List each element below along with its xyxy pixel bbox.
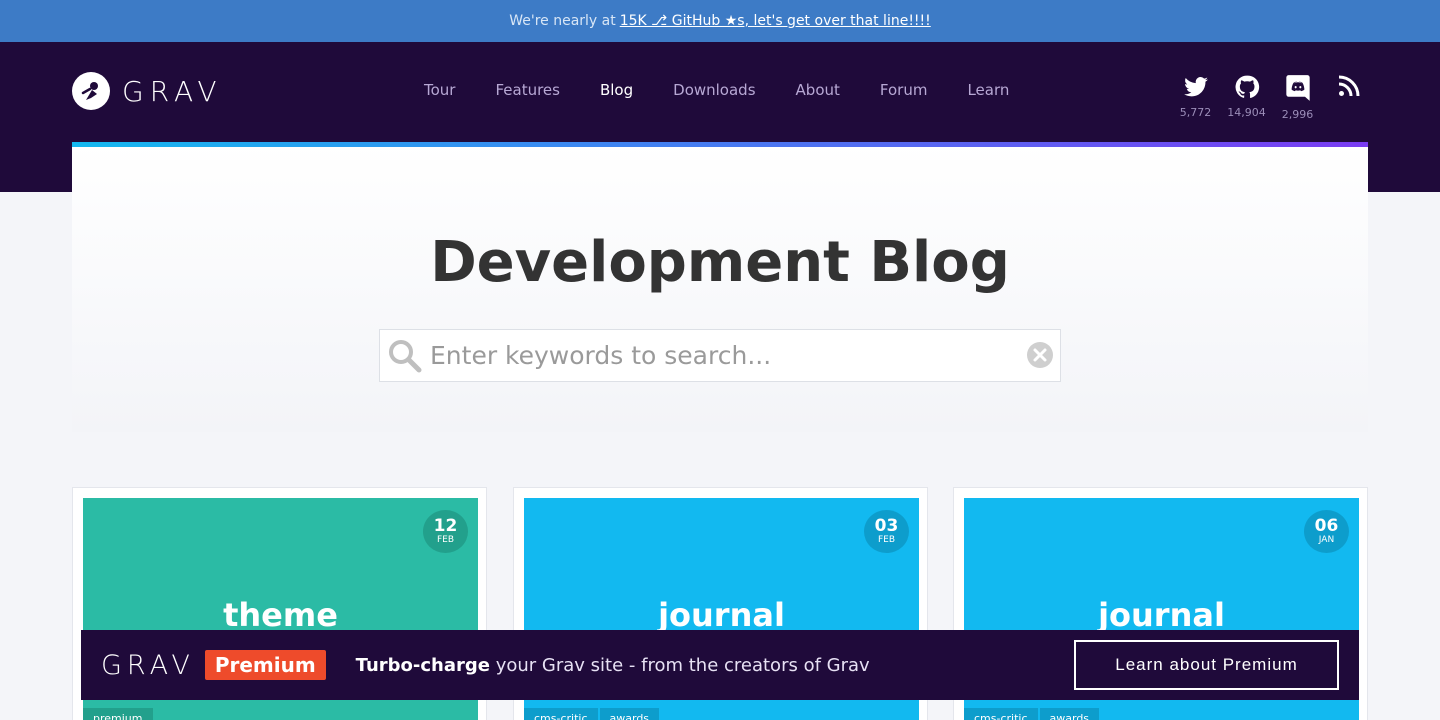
card-tag[interactable]: premium xyxy=(83,708,153,720)
rss-icon xyxy=(1338,75,1359,97)
card-tag[interactable]: cms-critic xyxy=(524,708,598,720)
card-category[interactable]: journal xyxy=(524,596,919,634)
blog-hero: Development Blog xyxy=(72,142,1368,432)
announcement-bar: We're nearly at 15K ⎇ GitHub ★s, let's g… xyxy=(0,0,1440,42)
twitter-count: 5,772 xyxy=(1179,106,1212,119)
search-icon xyxy=(380,339,430,373)
announcement-text: We're nearly at xyxy=(509,13,616,29)
main-nav: Tour Features Blog Downloads About Forum… xyxy=(404,76,1029,104)
card-date-day: 12 xyxy=(433,516,458,536)
social-twitter[interactable]: 5,772 xyxy=(1170,74,1221,121)
promo-rest-text: your Grav site - from the creators of Gr… xyxy=(490,654,870,676)
social-github[interactable]: 14,904 xyxy=(1221,74,1272,121)
card-tags: premium xyxy=(83,708,155,720)
social-rss[interactable] xyxy=(1323,74,1374,121)
card-date-month: JAN xyxy=(1318,535,1335,545)
discord-count: 2,996 xyxy=(1281,108,1314,121)
twitter-icon xyxy=(1183,77,1208,97)
nav-blog[interactable]: Blog xyxy=(580,76,653,104)
premium-banner: GRAV Premium Turbo-charge your Grav site… xyxy=(81,630,1359,700)
card-date-month: FEB xyxy=(436,535,455,545)
learn-premium-button[interactable]: Learn about Premium xyxy=(1074,640,1339,690)
card-date-day: 03 xyxy=(874,516,899,536)
card-tag[interactable]: awards xyxy=(599,708,660,720)
nav-forum[interactable]: Forum xyxy=(860,76,948,104)
card-date-badge: 12 FEB xyxy=(423,510,468,553)
nav-downloads[interactable]: Downloads xyxy=(653,76,775,104)
clear-search-icon[interactable] xyxy=(1026,341,1054,373)
promo-bold-text: Turbo-charge xyxy=(355,654,490,676)
card-date-badge: 03 FEB xyxy=(864,510,909,553)
card-category[interactable]: theme xyxy=(83,596,478,634)
card-tags: cms-critic awards xyxy=(964,708,1101,720)
search-box xyxy=(379,329,1061,382)
grav-mascot-icon xyxy=(72,72,110,110)
social-links: 5,772 14,904 2,996 xyxy=(1170,74,1374,121)
card-category[interactable]: journal xyxy=(964,596,1359,634)
nav-tour[interactable]: Tour xyxy=(404,76,475,104)
card-date-day: 06 xyxy=(1314,516,1339,536)
grav-logo[interactable]: GRAV xyxy=(72,72,223,110)
nav-learn[interactable]: Learn xyxy=(947,76,1029,104)
search-input[interactable] xyxy=(430,330,1020,381)
discord-icon xyxy=(1285,75,1310,101)
social-discord[interactable]: 2,996 xyxy=(1272,74,1323,121)
nav-about[interactable]: About xyxy=(776,76,860,104)
announcement-link[interactable]: 15K ⎇ GitHub ★s, let's get over that lin… xyxy=(620,13,931,29)
github-icon xyxy=(1235,75,1259,98)
card-date-month: FEB xyxy=(877,535,896,545)
promo-text: Turbo-charge your Grav site - from the c… xyxy=(356,655,870,676)
hero-gradient-bar xyxy=(72,142,1368,147)
card-tag[interactable]: awards xyxy=(1039,708,1100,720)
card-tag[interactable]: cms-critic xyxy=(964,708,1038,720)
card-date-badge: 06 JAN xyxy=(1304,510,1349,553)
premium-badge: Premium xyxy=(204,650,326,680)
promo-logo: GRAV xyxy=(101,649,195,681)
nav-features[interactable]: Features xyxy=(475,76,580,104)
card-tags: cms-critic awards xyxy=(524,708,661,720)
github-count: 14,904 xyxy=(1227,106,1266,119)
brand-name: GRAV xyxy=(122,74,223,108)
page-title: Development Blog xyxy=(430,230,1010,295)
